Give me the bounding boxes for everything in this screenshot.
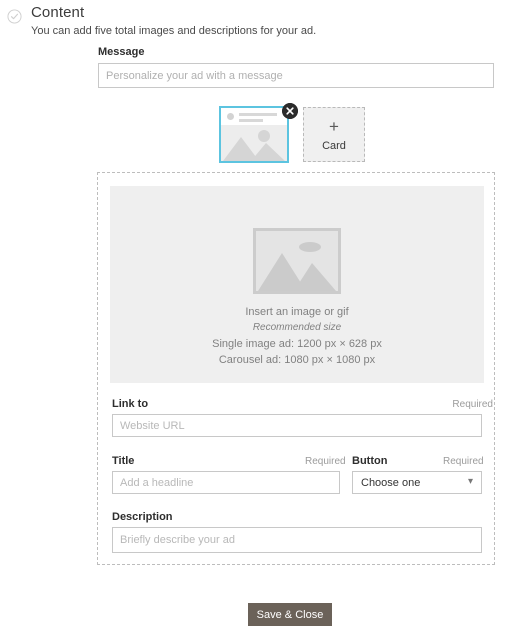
link-to-input[interactable] <box>112 414 482 437</box>
button-required-text: Required <box>443 456 484 467</box>
check-circle-icon <box>7 9 22 24</box>
thumbnail-text-line-1 <box>239 113 277 116</box>
page-subtitle: You can add five total images and descri… <box>31 25 317 37</box>
thumbnail-image-area <box>221 125 287 161</box>
thumbnail-header-row <box>221 108 287 125</box>
button-type-select[interactable]: Choose one ▾ <box>352 471 482 494</box>
message-label: Message <box>98 46 145 58</box>
dropzone-line-4: Carousel ad: 1080 px × 1080 px <box>218 354 376 366</box>
message-input[interactable] <box>98 63 494 88</box>
card-detail-panel: Insert an image or gif Recommended size … <box>97 172 495 565</box>
dropzone-line-2: Recommended size <box>252 322 342 333</box>
card-strip: + Card <box>219 103 379 164</box>
close-circle-icon[interactable] <box>282 103 298 119</box>
image-dropzone[interactable]: Insert an image or gif Recommended size … <box>110 186 484 383</box>
image-placeholder-icon <box>253 228 341 294</box>
button-label: Button <box>352 455 388 467</box>
dropzone-line-3: Single image ad: 1200 px × 628 px <box>212 338 382 350</box>
button-type-selected-value: Choose one <box>361 477 421 489</box>
add-card-label: Card <box>322 140 346 152</box>
thumbnail-avatar-dot <box>227 113 234 120</box>
title-label: Title <box>112 455 135 467</box>
thumbnail-text-line-2 <box>239 119 263 122</box>
page-title: Content <box>31 4 85 21</box>
description-label: Description <box>112 511 173 523</box>
add-card-button[interactable]: + Card <box>303 107 365 162</box>
title-required-text: Required <box>305 456 346 467</box>
description-input[interactable] <box>112 527 482 553</box>
image-thumbnail-icon <box>223 130 285 161</box>
plus-icon: + <box>329 117 339 136</box>
chevron-down-icon: ▾ <box>467 476 473 487</box>
dropzone-line-1: Insert an image or gif <box>245 306 349 318</box>
link-to-required-text: Required <box>452 399 493 410</box>
card-thumbnail-1[interactable] <box>219 106 289 163</box>
link-to-label: Link to <box>112 398 149 410</box>
title-input[interactable] <box>112 471 340 494</box>
save-and-close-button[interactable]: Save & Close <box>248 603 332 626</box>
